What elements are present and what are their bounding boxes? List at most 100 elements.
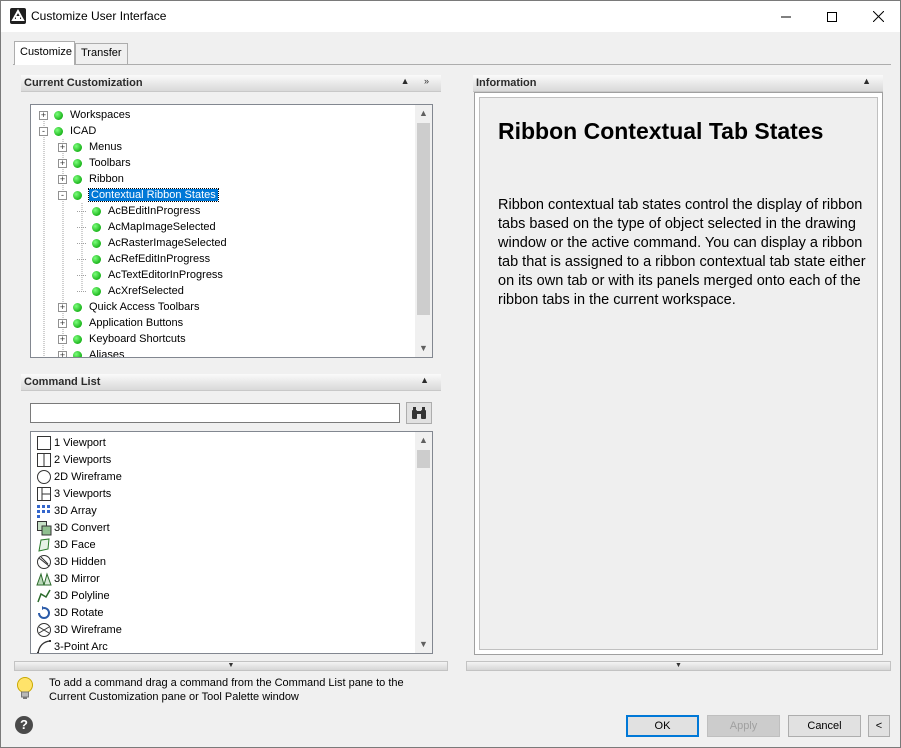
help-icon[interactable]: ?	[15, 716, 33, 734]
expand-icon[interactable]: +	[58, 302, 67, 312]
wireframe-2d-icon	[36, 469, 52, 485]
tree-item-label: AcTextEditorInProgress	[108, 269, 223, 281]
expand-icon[interactable]: +	[58, 350, 67, 357]
command-scrollbar[interactable]: ▲ ▼	[415, 432, 432, 653]
scroll-thumb[interactable]	[417, 450, 430, 468]
tree-scrollbar[interactable]: ▲ ▼	[415, 105, 432, 357]
tree-item-label: Aliases	[89, 349, 125, 358]
tree-item[interactable]: AcRefEditInProgress	[77, 251, 210, 267]
tree-item[interactable]: + Aliases	[58, 347, 125, 358]
tree-item[interactable]: AcTextEditorInProgress	[77, 267, 223, 283]
tree-connector	[77, 226, 86, 228]
scroll-down-icon[interactable]: ▼	[415, 340, 432, 357]
tree-item[interactable]: AcMapImageSelected	[77, 219, 216, 235]
collapse-icon[interactable]: -	[58, 190, 67, 200]
command-label: 3D Wireframe	[54, 623, 122, 636]
command-label: 3D Rotate	[54, 606, 104, 619]
scroll-thumb[interactable]	[417, 123, 430, 315]
command-list-item[interactable]: 3 Viewports	[36, 485, 111, 502]
current-customization-header: Current Customization ▲ »	[21, 75, 441, 92]
tree-item-label: Application Buttons	[89, 317, 184, 329]
binoculars-icon[interactable]	[406, 402, 432, 424]
command-list-item[interactable]: 3D Wireframe	[36, 621, 122, 638]
hidden-3d-icon	[36, 554, 52, 570]
minimize-icon[interactable]	[763, 1, 809, 32]
tab-customize[interactable]: Customize	[14, 41, 75, 65]
apply-button[interactable]: Apply	[707, 715, 780, 737]
command-list-item[interactable]: 3D Array	[36, 502, 97, 519]
tree-item[interactable]: + Menus	[58, 139, 122, 155]
customization-tree[interactable]: + Workspaces - ICAD + Menus + Toolbars + Ribbon - C…	[30, 104, 433, 358]
status-dot-icon	[73, 174, 82, 184]
tree-item[interactable]: + Application Buttons	[58, 315, 183, 331]
collapse-information-icon[interactable]: ▲	[862, 76, 877, 86]
command-label: 2 Viewports	[54, 453, 112, 466]
pane-header-buttons[interactable]: ▲ »	[401, 76, 435, 86]
command-list-item[interactable]: 3D Mirror	[36, 570, 100, 587]
wireframe-3d-icon	[36, 622, 52, 638]
scroll-down-icon[interactable]: ▼	[415, 636, 432, 653]
tree-item[interactable]: - ICAD	[39, 123, 96, 139]
information-header: Information ▲	[473, 75, 883, 93]
command-list-item[interactable]: 3D Face	[36, 536, 96, 553]
expand-icon[interactable]: +	[58, 334, 67, 344]
expand-icon[interactable]: +	[39, 110, 48, 120]
maximize-icon[interactable]	[809, 1, 855, 32]
tree-item[interactable]: AcBEditInProgress	[77, 203, 200, 219]
scroll-up-icon[interactable]: ▲	[415, 432, 432, 449]
status-dot-icon	[92, 270, 101, 280]
tree-item[interactable]: - Contextual Ribbon States	[58, 187, 219, 203]
ok-button[interactable]: OK	[626, 715, 699, 737]
command-list-item[interactable]: 3D Rotate	[36, 604, 104, 621]
command-list-item[interactable]: 1 Viewport	[36, 434, 106, 451]
tab-transfer[interactable]: Transfer	[75, 43, 128, 64]
tree-connector	[77, 274, 86, 276]
expand-icon[interactable]: +	[58, 174, 67, 184]
command-list-item[interactable]: 3D Polyline	[36, 587, 110, 604]
tree-item-label: Keyboard Shortcuts	[89, 333, 186, 345]
right-splitter[interactable]: ▼	[466, 661, 891, 671]
collapse-dialog-button[interactable]: <	[868, 715, 890, 737]
tree-item-label: Ribbon	[89, 173, 124, 185]
status-dot-icon	[92, 286, 101, 296]
expand-icon[interactable]: +	[58, 158, 67, 168]
left-splitter[interactable]: ▼	[14, 661, 448, 671]
tree-item[interactable]: + Toolbars	[58, 155, 131, 171]
expand-icon[interactable]: +	[58, 318, 67, 328]
tree-item[interactable]: + Workspaces	[39, 107, 130, 123]
command-label: 3D Face	[54, 538, 96, 551]
close-icon[interactable]	[855, 1, 901, 32]
command-list[interactable]: 1 Viewport 2 Viewports 2D Wireframe 3 Viewp…	[30, 431, 433, 654]
command-search-input[interactable]	[30, 403, 400, 423]
command-list-item[interactable]: 3D Convert	[36, 519, 110, 536]
tree-connector	[77, 210, 86, 212]
collapse-icon[interactable]: -	[39, 126, 48, 136]
status-dot-icon	[73, 318, 82, 328]
command-list-item[interactable]: 3D Hidden	[36, 553, 106, 570]
lightbulb-icon	[15, 676, 37, 702]
command-label: 2D Wireframe	[54, 470, 122, 483]
tree-item[interactable]: AcXrefSelected	[77, 283, 184, 299]
information-content: Ribbon Contextual Tab States Ribbon cont…	[479, 97, 878, 650]
information-title: Ribbon Contextual Tab States	[498, 118, 824, 144]
tree-connector	[77, 290, 86, 292]
command-list-header: Command List ▲	[21, 374, 441, 392]
tree-item[interactable]: AcRasterImageSelected	[77, 235, 227, 251]
expand-icon[interactable]: +	[58, 142, 67, 152]
scroll-up-icon[interactable]: ▲	[415, 105, 432, 122]
command-list-item[interactable]: 2 Viewports	[36, 451, 111, 468]
status-dot-icon	[73, 350, 82, 357]
tree-item[interactable]: + Ribbon	[58, 171, 124, 187]
command-list-item[interactable]: 2D Wireframe	[36, 468, 122, 485]
tree-item-label: AcBEditInProgress	[108, 205, 201, 217]
collapse-command-list-icon[interactable]: ▲	[420, 375, 435, 385]
cancel-button[interactable]: Cancel	[788, 715, 861, 737]
tree-connector	[77, 242, 86, 244]
face-3d-icon	[36, 537, 52, 553]
pane-title: Current Customization	[24, 77, 143, 89]
tree-item[interactable]: + Keyboard Shortcuts	[58, 331, 186, 347]
window-title: Customize User Interface	[31, 9, 167, 23]
status-dot-icon	[73, 190, 82, 200]
command-list-item[interactable]: 3-Point Arc	[36, 638, 108, 653]
tree-item[interactable]: + Quick Access Toolbars	[58, 299, 199, 315]
